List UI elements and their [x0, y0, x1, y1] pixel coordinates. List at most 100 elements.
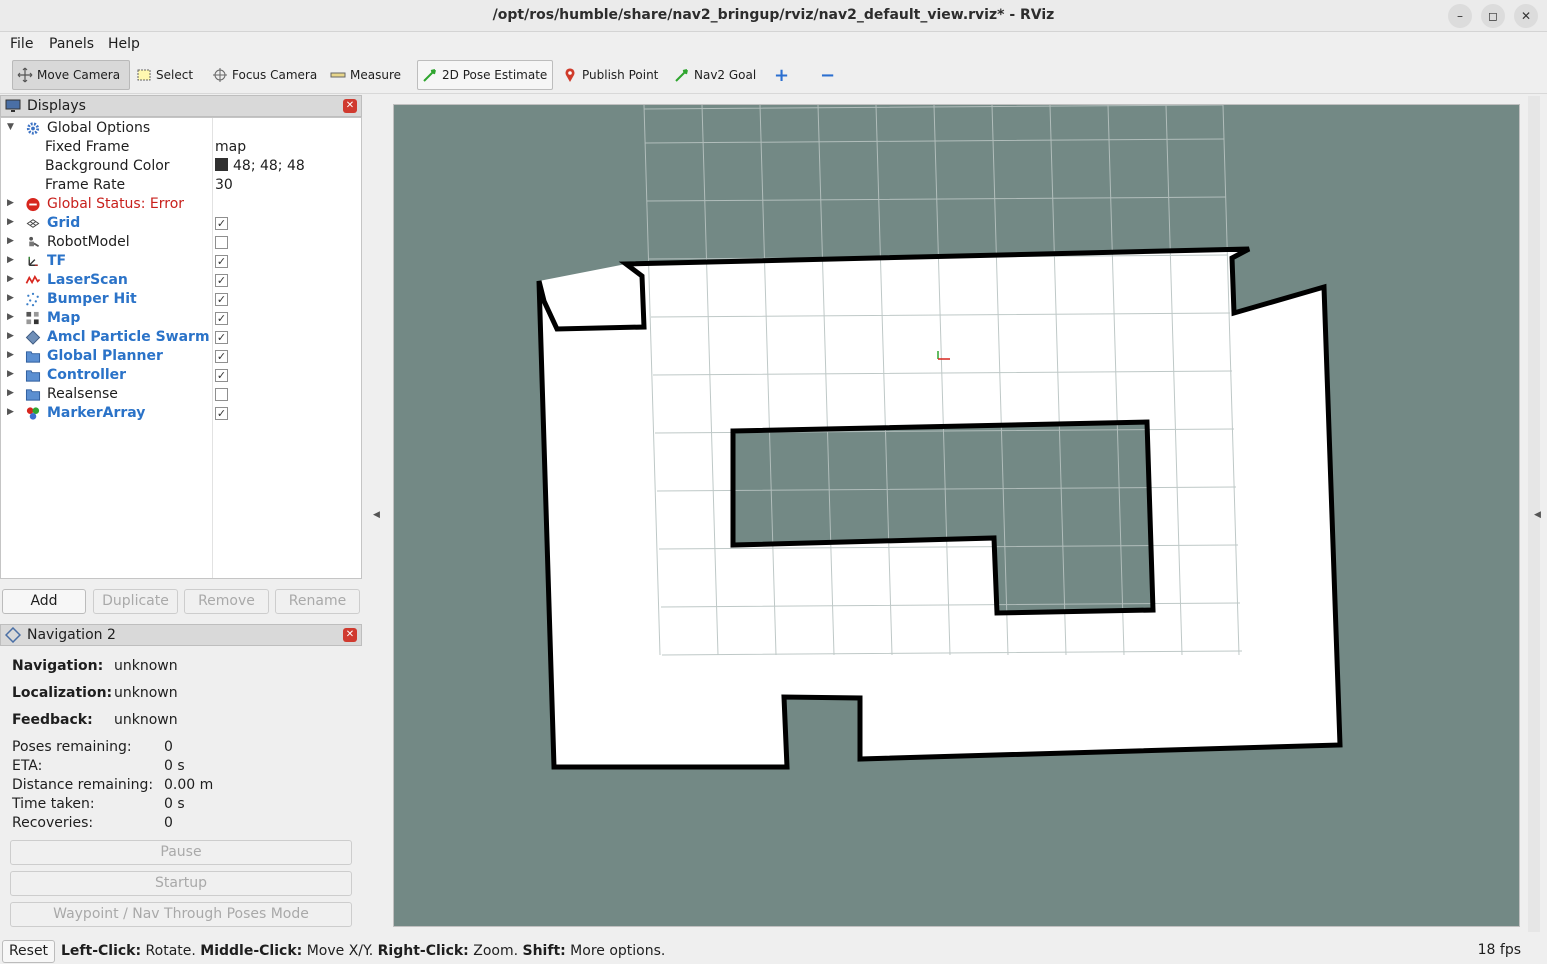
reset-button[interactable]: Reset [2, 940, 55, 963]
tree-row-global-options[interactable]: ▼ Global Options [1, 119, 361, 138]
add-tool-button[interactable]: + [770, 60, 793, 90]
diamond-icon [5, 627, 21, 643]
collapsed-arrow-icon[interactable]: ▶ [7, 407, 14, 417]
map-canvas[interactable] [394, 105, 1520, 927]
collapsed-arrow-icon[interactable]: ▶ [7, 350, 14, 360]
expanded-arrow-icon[interactable]: ▼ [7, 122, 14, 132]
enable-checkbox[interactable]: ✓ [215, 331, 228, 344]
middle-click-action: Move X/Y. [302, 943, 378, 959]
panel-splitter[interactable]: ◀ [368, 96, 386, 936]
collapsed-arrow-icon[interactable]: ▶ [7, 312, 14, 322]
collapsed-arrow-icon[interactable]: ▶ [7, 388, 14, 398]
minimize-button[interactable]: – [1448, 4, 1472, 28]
tree-row-global-planner[interactable]: ▶ Global Planner ✓ [1, 347, 361, 366]
collapse-right-icon[interactable]: ◀ [1534, 510, 1541, 520]
select-box-icon [137, 69, 151, 81]
time-taken-label: Time taken: [12, 796, 95, 812]
menu-help[interactable]: Help [108, 36, 140, 52]
close-displays-icon[interactable]: ✕ [343, 99, 357, 113]
publish-point-tool[interactable]: Publish Point [558, 60, 662, 90]
displays-tree: ▼ Global Options Fixed Frame map Backgro… [0, 117, 362, 579]
nav2-goal-tool[interactable]: Nav2 Goal [670, 60, 760, 90]
render-viewport[interactable] [393, 104, 1520, 927]
startup-button[interactable]: Startup [10, 871, 352, 896]
display-label: TF [47, 253, 67, 269]
tree-row-controller[interactable]: ▶ Controller ✓ [1, 366, 361, 385]
background-color-value[interactable]: 48; 48; 48 [215, 158, 305, 174]
navigation-title: Navigation 2 [27, 627, 116, 643]
duplicate-display-button[interactable]: Duplicate [93, 589, 178, 614]
enable-checkbox[interactable] [215, 236, 228, 249]
tree-row-frame-rate[interactable]: Frame Rate 30 [1, 176, 361, 195]
tree-row-amcl-particle-swarm[interactable]: ▶ Amcl Particle Swarm ✓ [1, 328, 361, 347]
move-camera-tool[interactable]: Move Camera [12, 60, 130, 90]
tree-row-global-status[interactable]: ▶ Global Status: Error [1, 195, 361, 214]
move-camera-label: Move Camera [37, 68, 121, 82]
close-window-button[interactable]: ✕ [1514, 4, 1538, 28]
fps-counter: 18 fps [1477, 942, 1521, 958]
move-arrows-icon [17, 67, 33, 83]
display-label: MarkerArray [47, 405, 146, 421]
tree-row-map[interactable]: ▶ Map ✓ [1, 309, 361, 328]
menu-file-label: File [10, 36, 34, 52]
localization-value: unknown [114, 685, 178, 701]
goal-arrow-icon [675, 69, 688, 82]
fixed-frame-value[interactable]: map [215, 139, 246, 155]
enable-checkbox[interactable]: ✓ [215, 407, 228, 420]
enable-checkbox[interactable]: ✓ [215, 255, 228, 268]
folder-icon [25, 351, 41, 363]
tree-row-background-color[interactable]: Background Color 48; 48; 48 [1, 157, 361, 176]
rename-display-button[interactable]: Rename [275, 589, 360, 614]
tree-row-fixed-frame[interactable]: Fixed Frame map [1, 138, 361, 157]
menu-file[interactable]: File [10, 36, 33, 52]
waypoint-mode-button[interactable]: Waypoint / Nav Through Poses Mode [10, 902, 352, 927]
enable-checkbox[interactable]: ✓ [215, 217, 228, 230]
enable-checkbox[interactable]: ✓ [215, 369, 228, 382]
remove-tool-button[interactable]: − [816, 60, 839, 90]
maximize-button[interactable]: ◻ [1481, 4, 1505, 28]
measure-tool[interactable]: Measure [326, 60, 405, 90]
background-color-label: Background Color [45, 158, 170, 174]
frame-rate-value[interactable]: 30 [215, 177, 233, 193]
pause-button[interactable]: Pause [10, 840, 352, 865]
collapsed-arrow-icon[interactable]: ▶ [7, 293, 14, 303]
navigation-value: unknown [114, 658, 178, 674]
remove-display-button[interactable]: Remove [184, 589, 269, 614]
tree-row-markerarray[interactable]: ▶ MarkerArray ✓ [1, 404, 361, 423]
collapsed-arrow-icon[interactable]: ▶ [7, 198, 14, 208]
focus-camera-tool[interactable]: Focus Camera [208, 60, 321, 90]
collapsed-arrow-icon[interactable]: ▶ [7, 217, 14, 227]
enable-checkbox[interactable]: ✓ [215, 350, 228, 363]
grid-icon [26, 219, 40, 228]
collapse-left-icon[interactable]: ◀ [373, 510, 380, 520]
collapsed-arrow-icon[interactable]: ▶ [7, 255, 14, 265]
tree-row-tf[interactable]: ▶ TF ✓ [1, 252, 361, 271]
navigation-panel-header: Navigation 2 ✕ [0, 624, 362, 646]
tool-bar: Move Camera Select Focus Camera Measure … [0, 56, 1547, 94]
tree-row-grid[interactable]: ▶ Grid ✓ [1, 214, 361, 233]
enable-checkbox[interactable]: ✓ [215, 293, 228, 306]
enable-checkbox[interactable]: ✓ [215, 312, 228, 325]
crosshair-icon [213, 68, 227, 82]
menu-panels[interactable]: Panels [49, 36, 94, 52]
collapsed-arrow-icon[interactable]: ▶ [7, 369, 14, 379]
pose-estimate-tool[interactable]: 2D Pose Estimate [417, 60, 553, 90]
enable-checkbox[interactable] [215, 388, 228, 401]
select-label: Select [156, 68, 194, 82]
collapsed-arrow-icon[interactable]: ▶ [7, 236, 14, 246]
display-label: Grid [47, 215, 81, 231]
add-display-button[interactable]: Add [2, 589, 86, 614]
close-navigation-icon[interactable]: ✕ [343, 628, 357, 642]
collapsed-arrow-icon[interactable]: ▶ [7, 274, 14, 284]
tree-row-realsense[interactable]: ▶ Realsense [1, 385, 361, 404]
distance-remaining-label: Distance remaining: [12, 777, 154, 793]
enable-checkbox[interactable]: ✓ [215, 274, 228, 287]
select-tool[interactable]: Select [132, 60, 197, 90]
ruler-icon [330, 72, 346, 78]
poses-remaining-value: 0 [164, 739, 173, 755]
collapsed-arrow-icon[interactable]: ▶ [7, 331, 14, 341]
tree-row-bumper-hit[interactable]: ▶ Bumper Hit ✓ [1, 290, 361, 309]
tree-row-laserscan[interactable]: ▶ LaserScan ✓ [1, 271, 361, 290]
frame-rate-label: Frame Rate [45, 177, 126, 193]
tree-row-robotmodel[interactable]: ▶ RobotModel [1, 233, 361, 252]
